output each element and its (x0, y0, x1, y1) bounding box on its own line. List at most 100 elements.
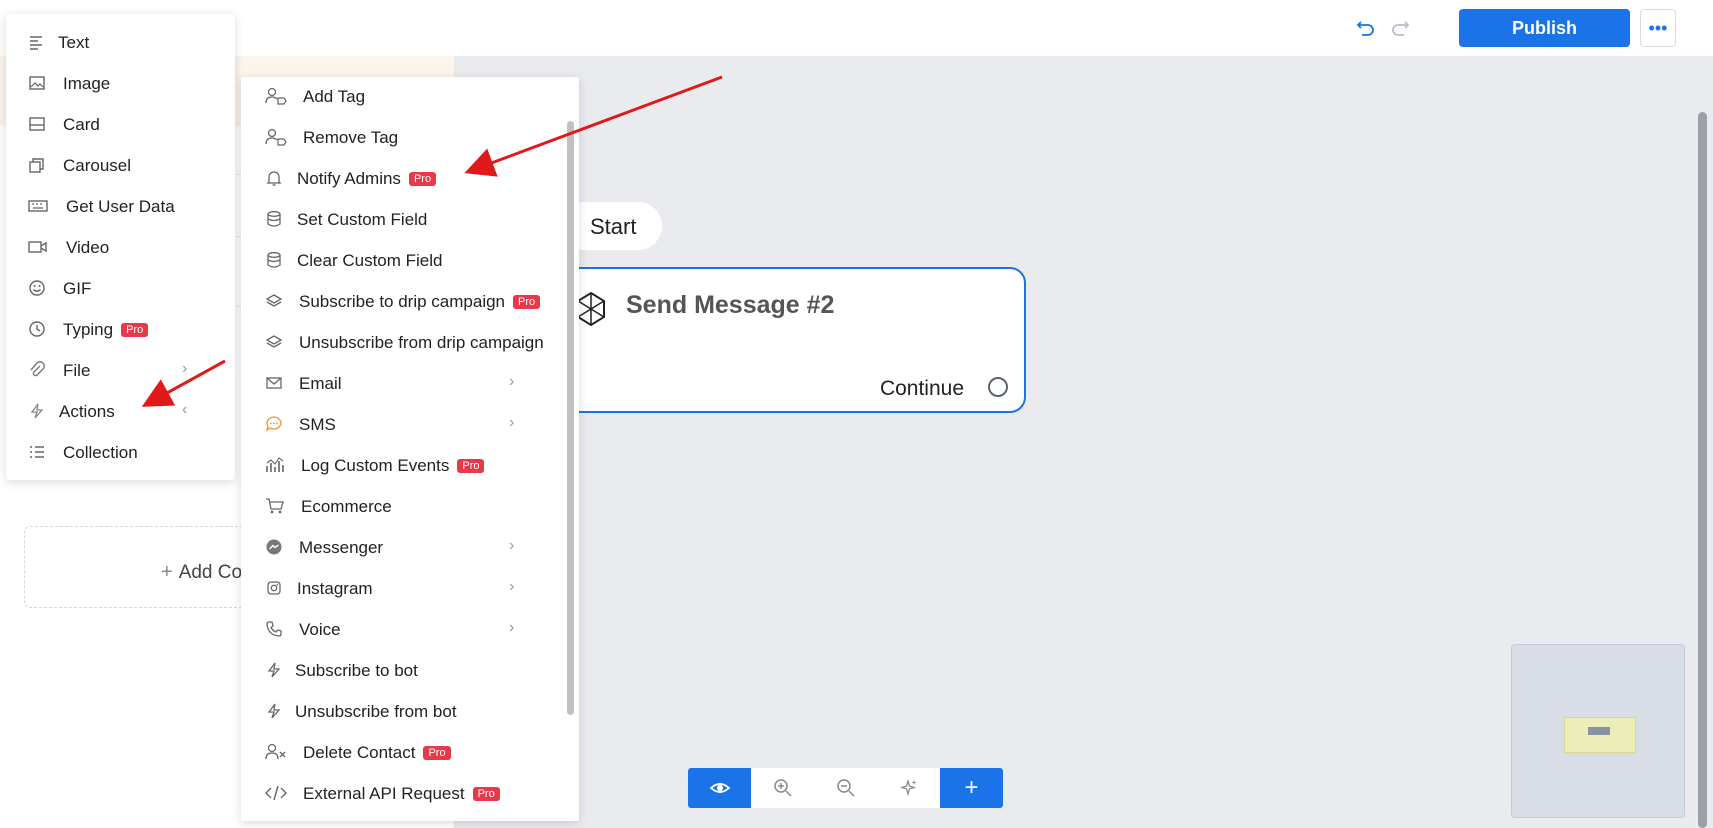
action-remove-tag[interactable]: Remove Tag (241, 119, 561, 155)
image-icon (29, 76, 45, 90)
keyboard-icon (28, 200, 48, 212)
chevron-right-icon: › (182, 360, 188, 377)
action-add-tag[interactable]: Add Tag (241, 78, 561, 114)
action-ecommerce[interactable]: Ecommerce (241, 488, 561, 524)
menu-item-video[interactable]: Video (6, 229, 235, 265)
messenger-icon (266, 539, 282, 555)
chevron-right-icon: › (509, 537, 515, 554)
plus-icon: + (964, 774, 979, 801)
minimap-node (1588, 727, 1610, 735)
menu-item-carousel[interactable]: Carousel (6, 147, 235, 183)
submenu-scrollbar[interactable] (567, 121, 574, 715)
redo-icon[interactable] (1388, 16, 1412, 40)
publish-button[interactable]: Publish (1459, 9, 1630, 47)
top-bar: Publish ••• (0, 0, 1713, 57)
zoom-in-button[interactable] (751, 768, 814, 808)
action-label: Subscribe to bot (295, 661, 418, 680)
menu-item-gif[interactable]: GIF (6, 270, 235, 306)
database-icon (267, 252, 281, 268)
video-camera-icon (28, 241, 47, 253)
action-label: Email (299, 374, 342, 393)
send-message-node[interactable]: Send Message #2 Continue (560, 267, 1026, 413)
action-label: Delete Contact (303, 743, 416, 762)
menu-item-label: Image (63, 74, 111, 93)
menu-item-file[interactable]: File › (6, 352, 235, 388)
menu-item-collection[interactable]: Collection (6, 434, 235, 470)
lightning-icon (30, 403, 44, 419)
pro-badge: Pro (121, 323, 149, 337)
undo-icon[interactable] (1354, 16, 1378, 40)
canvas-scrollbar[interactable] (1698, 112, 1707, 828)
menu-item-image[interactable]: Image (6, 65, 235, 101)
action-label: Log Custom Events (301, 456, 450, 475)
plus-icon: + (161, 561, 173, 583)
action-label: Clear Custom Field (297, 251, 443, 270)
node-title: Send Message #2 (626, 291, 835, 319)
action-messenger[interactable]: Messenger › (241, 529, 561, 565)
action-clear-custom-field[interactable]: Clear Custom Field (241, 242, 561, 278)
zoom-out-button[interactable] (814, 768, 877, 808)
menu-item-label: Video (66, 238, 110, 257)
menu-item-label: File (63, 361, 91, 380)
menu-item-text[interactable]: Text (6, 24, 235, 60)
bell-icon (266, 171, 282, 186)
minimap[interactable] (1511, 644, 1685, 818)
action-external-api[interactable]: External API Request Pro (241, 775, 561, 811)
menu-item-card[interactable]: Card (6, 106, 235, 142)
user-x-icon (265, 743, 286, 760)
action-unsubscribe-drip[interactable]: Unsubscribe from drip campaign (241, 324, 561, 360)
action-notify-admins[interactable]: Notify Admins Pro (241, 160, 561, 196)
chevron-left-icon: ‹ (182, 401, 188, 418)
action-label: Messenger (299, 538, 384, 557)
action-sms[interactable]: SMS › (241, 406, 561, 442)
clock-icon (29, 321, 45, 337)
text-lines-icon (30, 36, 42, 50)
menu-item-typing[interactable]: Typing Pro (6, 311, 235, 347)
action-instagram[interactable]: Instagram › (241, 570, 561, 606)
action-label: Unsubscribe from drip campaign (299, 333, 544, 352)
action-voice[interactable]: Voice › (241, 611, 561, 647)
card-icon (29, 117, 45, 131)
instagram-icon (267, 581, 281, 595)
mail-icon (266, 377, 282, 389)
chevron-right-icon: › (509, 414, 515, 431)
action-set-custom-field[interactable]: Set Custom Field (241, 201, 561, 237)
menu-item-actions[interactable]: Actions ‹ (6, 393, 235, 429)
preview-button[interactable] (688, 768, 751, 808)
action-delete-contact[interactable]: Delete Contact Pro (241, 734, 561, 770)
menu-item-get-user-data[interactable]: Get User Data (6, 188, 235, 224)
action-email[interactable]: Email › (241, 365, 561, 401)
pro-badge: Pro (472, 787, 500, 801)
action-label: Instagram (297, 579, 373, 598)
menu-item-label: Text (58, 33, 90, 52)
smiley-icon (29, 280, 45, 296)
add-node-button[interactable]: + (940, 768, 1003, 808)
more-options-button[interactable]: ••• (1640, 9, 1676, 47)
action-subscribe-bot[interactable]: Subscribe to bot (241, 652, 561, 688)
layers-icon (265, 335, 283, 348)
minimap-viewport[interactable] (1564, 717, 1636, 753)
menu-item-label: Carousel (63, 156, 132, 175)
add-content-label: Add Co (178, 562, 243, 583)
action-label: Ecommerce (301, 497, 392, 516)
auto-layout-button[interactable] (877, 768, 940, 808)
action-subscribe-drip[interactable]: Subscribe to drip campaign Pro (241, 283, 561, 319)
carousel-icon (29, 158, 44, 173)
action-label: Set Custom Field (297, 210, 428, 229)
pro-badge: Pro (408, 172, 437, 186)
action-log-custom-events[interactable]: Log Custom Events Pro (241, 447, 561, 483)
action-label: Add Tag (303, 87, 366, 106)
action-label: Voice (299, 620, 341, 639)
action-label: External API Request (303, 784, 465, 803)
paperclip-icon (30, 361, 45, 377)
continue-port[interactable] (988, 377, 1008, 397)
sms-icon (265, 416, 282, 432)
pro-badge: Pro (423, 746, 451, 760)
action-unsubscribe-bot[interactable]: Unsubscribe from bot (241, 693, 561, 729)
start-label: Start (590, 214, 637, 239)
actions-submenu: Add Tag Remove Tag Notify Admins Pro Set … (241, 77, 579, 821)
chevron-right-icon: › (509, 373, 515, 390)
action-label: SMS (299, 415, 336, 434)
add-content-button[interactable]: + Add Co (24, 526, 265, 608)
user-tag-icon (265, 87, 287, 105)
